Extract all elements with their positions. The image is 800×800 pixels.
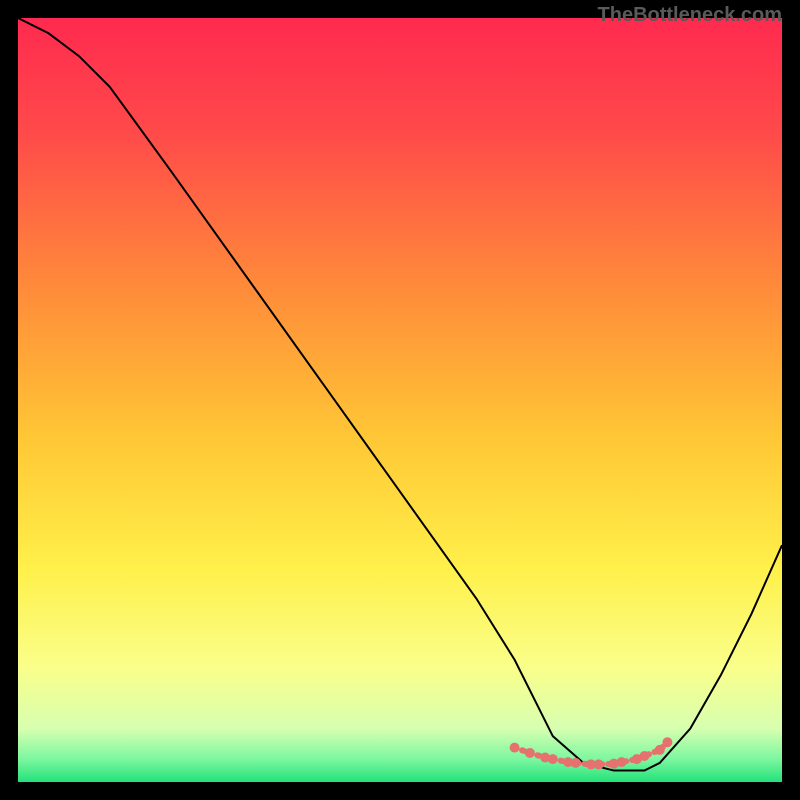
chart-plot-area [18,18,782,782]
marker-dot [571,758,581,768]
chart-background [18,18,782,782]
marker-dot [655,745,665,755]
marker-dot [662,737,672,747]
marker-dot [594,759,604,769]
marker-dot [548,754,558,764]
watermark-text: TheBottleneck.com [598,4,782,27]
marker-dot [525,748,535,758]
marker-dot [639,751,649,761]
marker-dot [617,757,627,767]
chart-svg [18,18,782,782]
marker-dot [510,743,520,753]
